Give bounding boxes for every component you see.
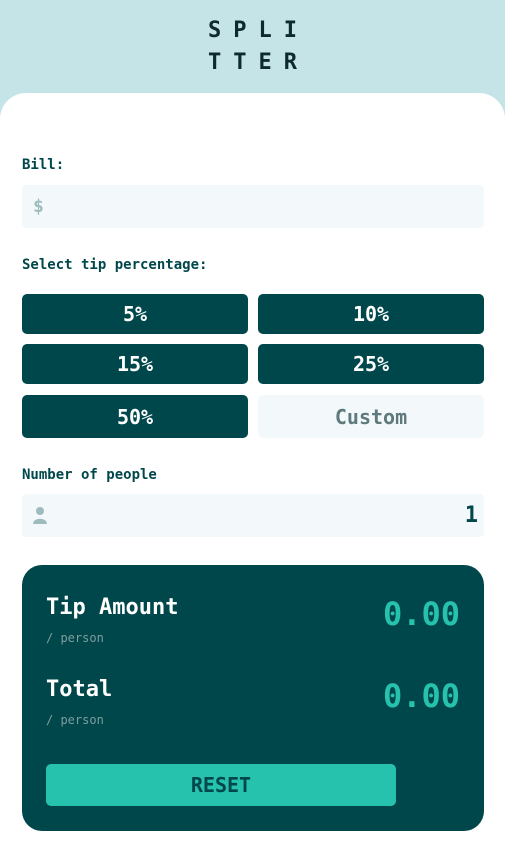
- people-value: 1: [464, 503, 478, 528]
- bill-input[interactable]: $: [22, 185, 484, 228]
- tip-15-button[interactable]: 15%: [22, 344, 248, 384]
- tip-amount-per-person: / person: [46, 631, 104, 645]
- calculator-card: Bill: $ Select tip percentage: 5% 10% 15…: [0, 93, 505, 852]
- custom-tip-input[interactable]: Custom: [258, 395, 484, 438]
- people-input[interactable]: 1: [22, 494, 484, 537]
- logo-line-1: SPLI: [208, 17, 309, 43]
- tip-5-button[interactable]: 5%: [22, 294, 248, 334]
- tip-amount-label: Tip Amount: [46, 595, 179, 620]
- total-value: 0.00: [382, 677, 460, 715]
- total-label: Total: [46, 677, 113, 702]
- results-panel: Tip Amount / person 0.00 Total / person …: [22, 565, 484, 831]
- bill-label: Bill:: [22, 157, 65, 173]
- tip-25-button[interactable]: 25%: [258, 344, 484, 384]
- people-label: Number of people: [22, 467, 157, 483]
- dollar-icon: $: [33, 196, 44, 217]
- tip-label: Select tip percentage:: [22, 257, 208, 273]
- total-per-person: / person: [46, 713, 104, 727]
- person-icon: [33, 506, 47, 529]
- tip-10-button[interactable]: 10%: [258, 294, 484, 334]
- reset-button[interactable]: RESET: [46, 764, 396, 806]
- app-logo: SPLI TTER: [0, 0, 505, 93]
- logo-line-2: TTER: [208, 49, 309, 75]
- tip-50-button[interactable]: 50%: [22, 395, 248, 438]
- tip-amount-value: 0.00: [382, 595, 460, 633]
